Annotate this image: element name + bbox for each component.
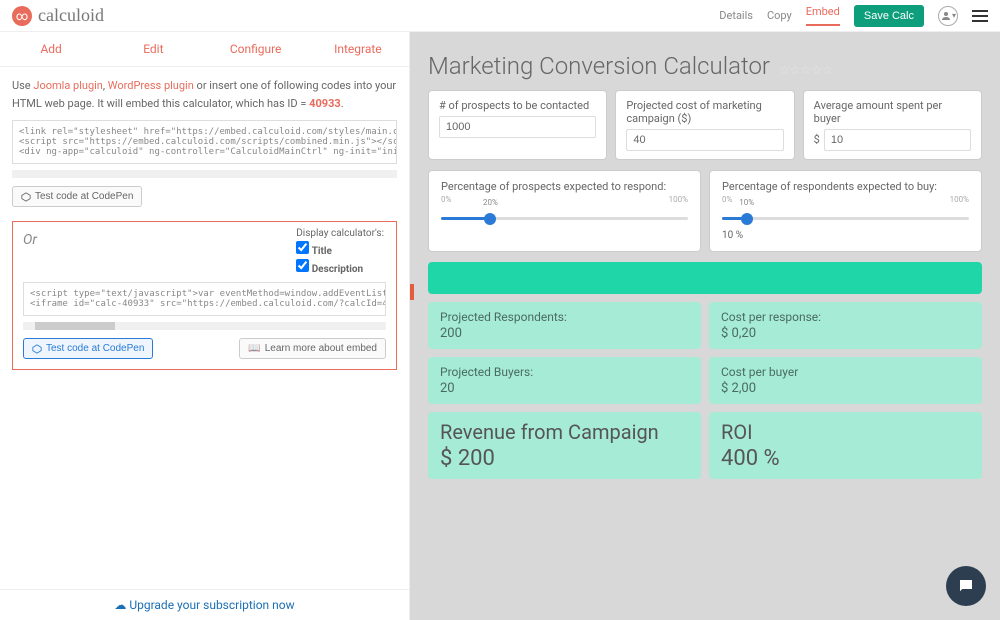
slider-respond: Percentage of prospects expected to resp… (428, 170, 701, 252)
codepen-button-2[interactable]: Test code at CodePen (23, 338, 153, 359)
wordpress-link[interactable]: WordPress plugin (108, 79, 194, 92)
or-block: Or Display calculator's: Title Descripti… (12, 221, 397, 370)
subtab-integrate[interactable]: Integrate (307, 32, 409, 66)
slider-buy: Percentage of respondents expected to bu… (709, 170, 982, 252)
menu-icon[interactable] (972, 10, 988, 22)
slider-respond-track[interactable]: 20% (441, 210, 688, 226)
prospects-input[interactable] (439, 116, 596, 138)
tab-details[interactable]: Details (719, 9, 753, 22)
subtab-edit[interactable]: Edit (102, 32, 204, 66)
avg-input[interactable] (824, 129, 971, 151)
calc-header: Marketing Conversion Calculator ☆☆☆☆☆ (428, 52, 982, 80)
embed-code-1[interactable]: <link rel="stylesheet" href="https://emb… (12, 120, 397, 164)
field-cost: Projected cost of marketing campaign ($) (615, 90, 794, 160)
scrollbar-2[interactable] (23, 322, 386, 330)
slider-thumb[interactable] (741, 213, 753, 225)
cost-input[interactable] (626, 129, 783, 151)
green-divider (428, 262, 982, 294)
checkbox-description[interactable] (296, 259, 309, 272)
result-cpr: Cost per response: $ 0,20 (709, 302, 982, 349)
result-cpb: Cost per buyer $ 2,00 (709, 357, 982, 404)
scrollbar[interactable] (12, 170, 397, 178)
embed-code-2[interactable]: <script type="text/javascript">var event… (23, 282, 386, 316)
tab-copy[interactable]: Copy (767, 9, 792, 22)
save-button[interactable]: Save Calc (854, 5, 924, 27)
user-avatar[interactable]: ▾ (938, 6, 958, 26)
result-revenue: Revenue from Campaign $ 200 (428, 412, 701, 479)
book-icon: 📖 (248, 343, 260, 354)
learn-more-button[interactable]: 📖 Learn more about embed (239, 338, 386, 359)
logo-text: calculoid (38, 5, 104, 26)
slider-thumb[interactable] (484, 213, 496, 225)
field-avg-spend: Average amount spent per buyer $ (803, 90, 982, 160)
cloud-icon: ☁ (114, 598, 126, 612)
checkbox-title[interactable] (296, 241, 309, 254)
calc-id: 40933 (309, 97, 341, 110)
tab-embed[interactable]: Embed (806, 5, 840, 26)
results-grid: Projected Respondents: 200 Projected Buy… (428, 302, 982, 479)
subtab-configure[interactable]: Configure (205, 32, 307, 66)
calc-title: Marketing Conversion Calculator (428, 52, 770, 80)
result-respondents: Projected Respondents: 200 (428, 302, 701, 349)
arrow-icon (410, 272, 414, 312)
left-body: Use Joomla plugin, WordPress plugin or i… (0, 67, 409, 589)
subtabs: Add Edit Configure Integrate (0, 32, 409, 67)
rating-stars[interactable]: ☆☆☆☆☆ (779, 63, 833, 77)
codepen-button-1[interactable]: Test code at CodePen (12, 186, 142, 207)
result-buyers: Projected Buyers: 20 (428, 357, 701, 404)
left-panel: Add Edit Configure Integrate Use Joomla … (0, 32, 410, 620)
codepen-icon (21, 192, 31, 202)
user-icon (940, 10, 952, 22)
chat-icon[interactable] (946, 566, 986, 606)
topbar: ∞ calculoid Details Copy Embed Save Calc… (0, 0, 1000, 32)
joomla-link[interactable]: Joomla plugin (33, 79, 103, 92)
upgrade-link[interactable]: ☁ Upgrade your subscription now (0, 589, 409, 620)
slider-buy-track[interactable]: 10% (722, 210, 969, 226)
logo[interactable]: ∞ calculoid (12, 5, 104, 26)
topbar-right: Details Copy Embed Save Calc ▾ (719, 5, 988, 27)
right-panel: Marketing Conversion Calculator ☆☆☆☆☆ # … (410, 32, 1000, 620)
intro-text: Use Joomla plugin, WordPress plugin or i… (12, 77, 397, 112)
codepen-icon (32, 344, 42, 354)
result-roi: ROI 400 % (709, 412, 982, 479)
display-options: Display calculator's: Title Description (296, 228, 384, 277)
field-prospects: # of prospects to be contacted (428, 90, 607, 160)
logo-icon: ∞ (12, 6, 32, 26)
subtab-add[interactable]: Add (0, 32, 102, 66)
